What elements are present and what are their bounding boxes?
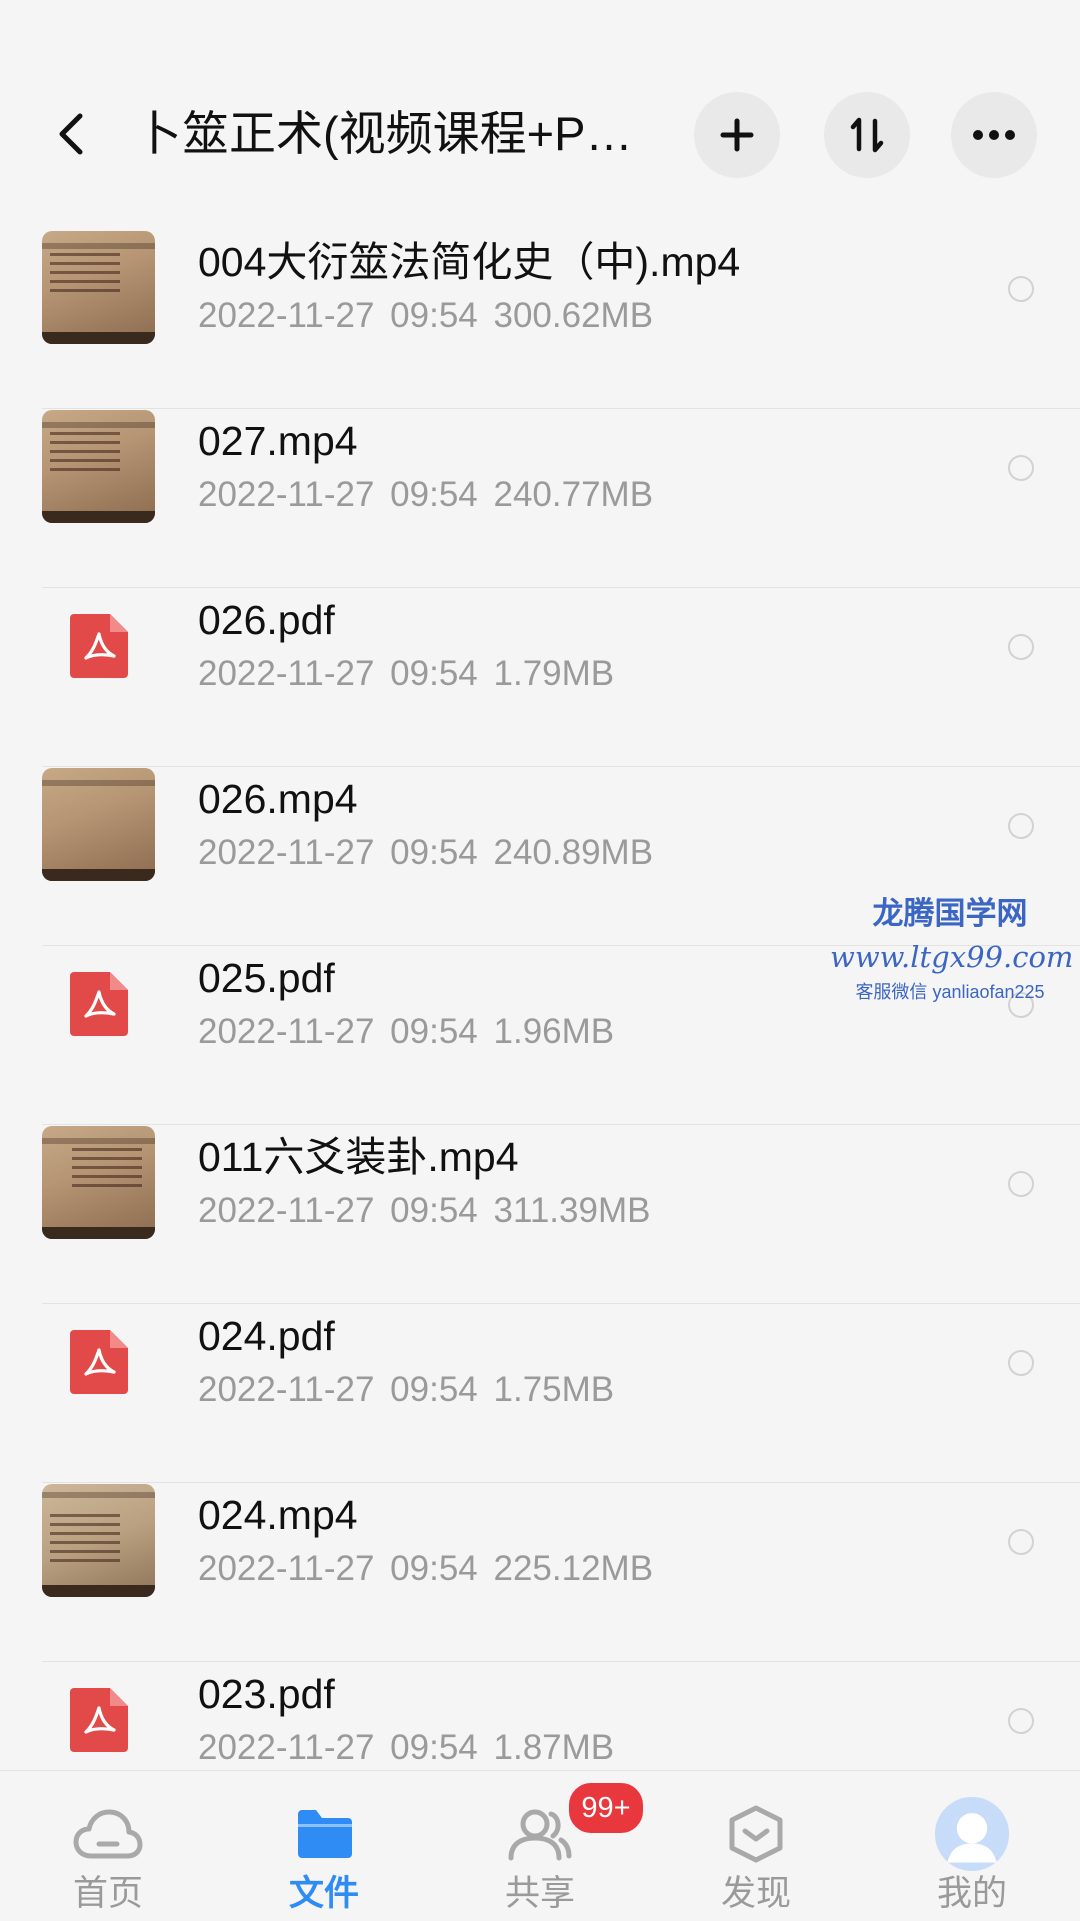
sort-icon <box>850 117 884 153</box>
select-radio[interactable] <box>1008 813 1034 839</box>
video-thumbnail <box>42 768 155 881</box>
tab-share-label: 共享 <box>504 1874 575 1913</box>
more-horizontal-icon <box>973 130 1015 140</box>
file-row[interactable]: 027.mp4 2022-11-27 09:54 240.77MB <box>0 409 1080 588</box>
file-name: 011六爻装卦.mp4 <box>198 1134 519 1180</box>
file-meta: 2022-11-27 09:54 225.12MB <box>198 1549 654 1588</box>
tab-me[interactable]: 我的 <box>864 1771 1080 1921</box>
pdf-file-icon <box>42 1305 155 1418</box>
pdf-file-icon <box>42 947 155 1060</box>
select-radio[interactable] <box>1008 1708 1034 1734</box>
file-row[interactable]: 026.pdf 2022-11-27 09:54 1.79MB <box>0 588 1080 767</box>
file-meta: 2022-11-27 09:54 300.62MB <box>198 296 654 335</box>
file-name: 027.mp4 <box>198 418 358 464</box>
file-meta: 2022-11-27 09:54 1.75MB <box>198 1370 615 1409</box>
cloud-icon <box>73 1809 143 1859</box>
select-radio[interactable] <box>1008 455 1034 481</box>
select-radio[interactable] <box>1008 276 1034 302</box>
file-row[interactable]: 004大衍筮法简化史（中).mp4 2022-11-27 09:54 300.6… <box>0 230 1080 409</box>
add-button[interactable] <box>694 92 780 178</box>
file-name: 024.mp4 <box>198 1492 358 1538</box>
file-name: 025.pdf <box>198 955 335 1001</box>
select-radio[interactable] <box>1008 1350 1034 1376</box>
file-row[interactable]: 024.mp4 2022-11-27 09:54 225.12MB <box>0 1483 1080 1662</box>
plus-icon <box>720 118 754 152</box>
file-meta: 2022-11-27 09:54 240.77MB <box>198 475 654 514</box>
file-row[interactable]: 011六爻装卦.mp4 2022-11-27 09:54 311.39MB <box>0 1125 1080 1304</box>
pdf-file-icon <box>42 1663 155 1776</box>
avatar-icon <box>934 1796 1010 1872</box>
tab-discover-label: 发现 <box>720 1874 791 1913</box>
top-bar: 卜筮正术(视频课程+PD... <box>0 0 1080 230</box>
file-meta: 2022-11-27 09:54 1.87MB <box>198 1728 615 1767</box>
folder-icon <box>298 1810 352 1858</box>
select-radio[interactable] <box>1008 1171 1034 1197</box>
pdf-file-icon <box>42 589 155 702</box>
video-thumbnail <box>42 1484 155 1597</box>
file-name: 024.pdf <box>198 1313 335 1359</box>
tab-me-label: 我的 <box>936 1874 1007 1913</box>
file-meta: 2022-11-27 09:54 1.96MB <box>198 1012 615 1051</box>
tab-discover[interactable]: 发现 <box>648 1771 864 1921</box>
video-thumbnail <box>42 231 155 344</box>
file-list: 004大衍筮法简化史（中).mp4 2022-11-27 09:54 300.6… <box>0 230 1080 1841</box>
video-thumbnail <box>42 410 155 523</box>
file-row[interactable]: 025.pdf 2022-11-27 09:54 1.96MB <box>0 946 1080 1125</box>
file-name: 023.pdf <box>198 1671 335 1717</box>
file-row[interactable]: 024.pdf 2022-11-27 09:54 1.75MB <box>0 1304 1080 1483</box>
share-badge: 99+ <box>566 1780 646 1836</box>
file-meta: 2022-11-27 09:54 1.79MB <box>198 654 615 693</box>
tab-files-label: 文件 <box>288 1874 359 1913</box>
video-thumbnail <box>42 1126 155 1239</box>
more-button[interactable] <box>951 92 1037 178</box>
folder-title: 卜筮正术(视频课程+PD... <box>135 107 655 160</box>
file-name: 004大衍筮法简化史（中).mp4 <box>198 239 741 285</box>
bottom-tab-bar: 首页 文件 共享 发现 我的 <box>0 1770 1080 1921</box>
tab-files[interactable]: 文件 <box>216 1771 432 1921</box>
tab-home[interactable]: 首页 <box>0 1771 216 1921</box>
file-row[interactable]: 026.mp4 2022-11-27 09:54 240.89MB <box>0 767 1080 946</box>
select-radio[interactable] <box>1008 992 1034 1018</box>
select-radio[interactable] <box>1008 1529 1034 1555</box>
sort-button[interactable] <box>824 92 910 178</box>
file-meta: 2022-11-27 09:54 240.89MB <box>198 833 654 872</box>
file-name: 026.pdf <box>198 597 335 643</box>
discover-hexagon-icon <box>729 1805 783 1863</box>
chevron-left-icon <box>59 113 83 155</box>
file-meta: 2022-11-27 09:54 311.39MB <box>198 1191 651 1230</box>
tab-home-label: 首页 <box>72 1874 143 1913</box>
people-icon <box>508 1809 572 1861</box>
back-button[interactable] <box>48 112 92 156</box>
file-name: 026.mp4 <box>198 776 358 822</box>
select-radio[interactable] <box>1008 634 1034 660</box>
